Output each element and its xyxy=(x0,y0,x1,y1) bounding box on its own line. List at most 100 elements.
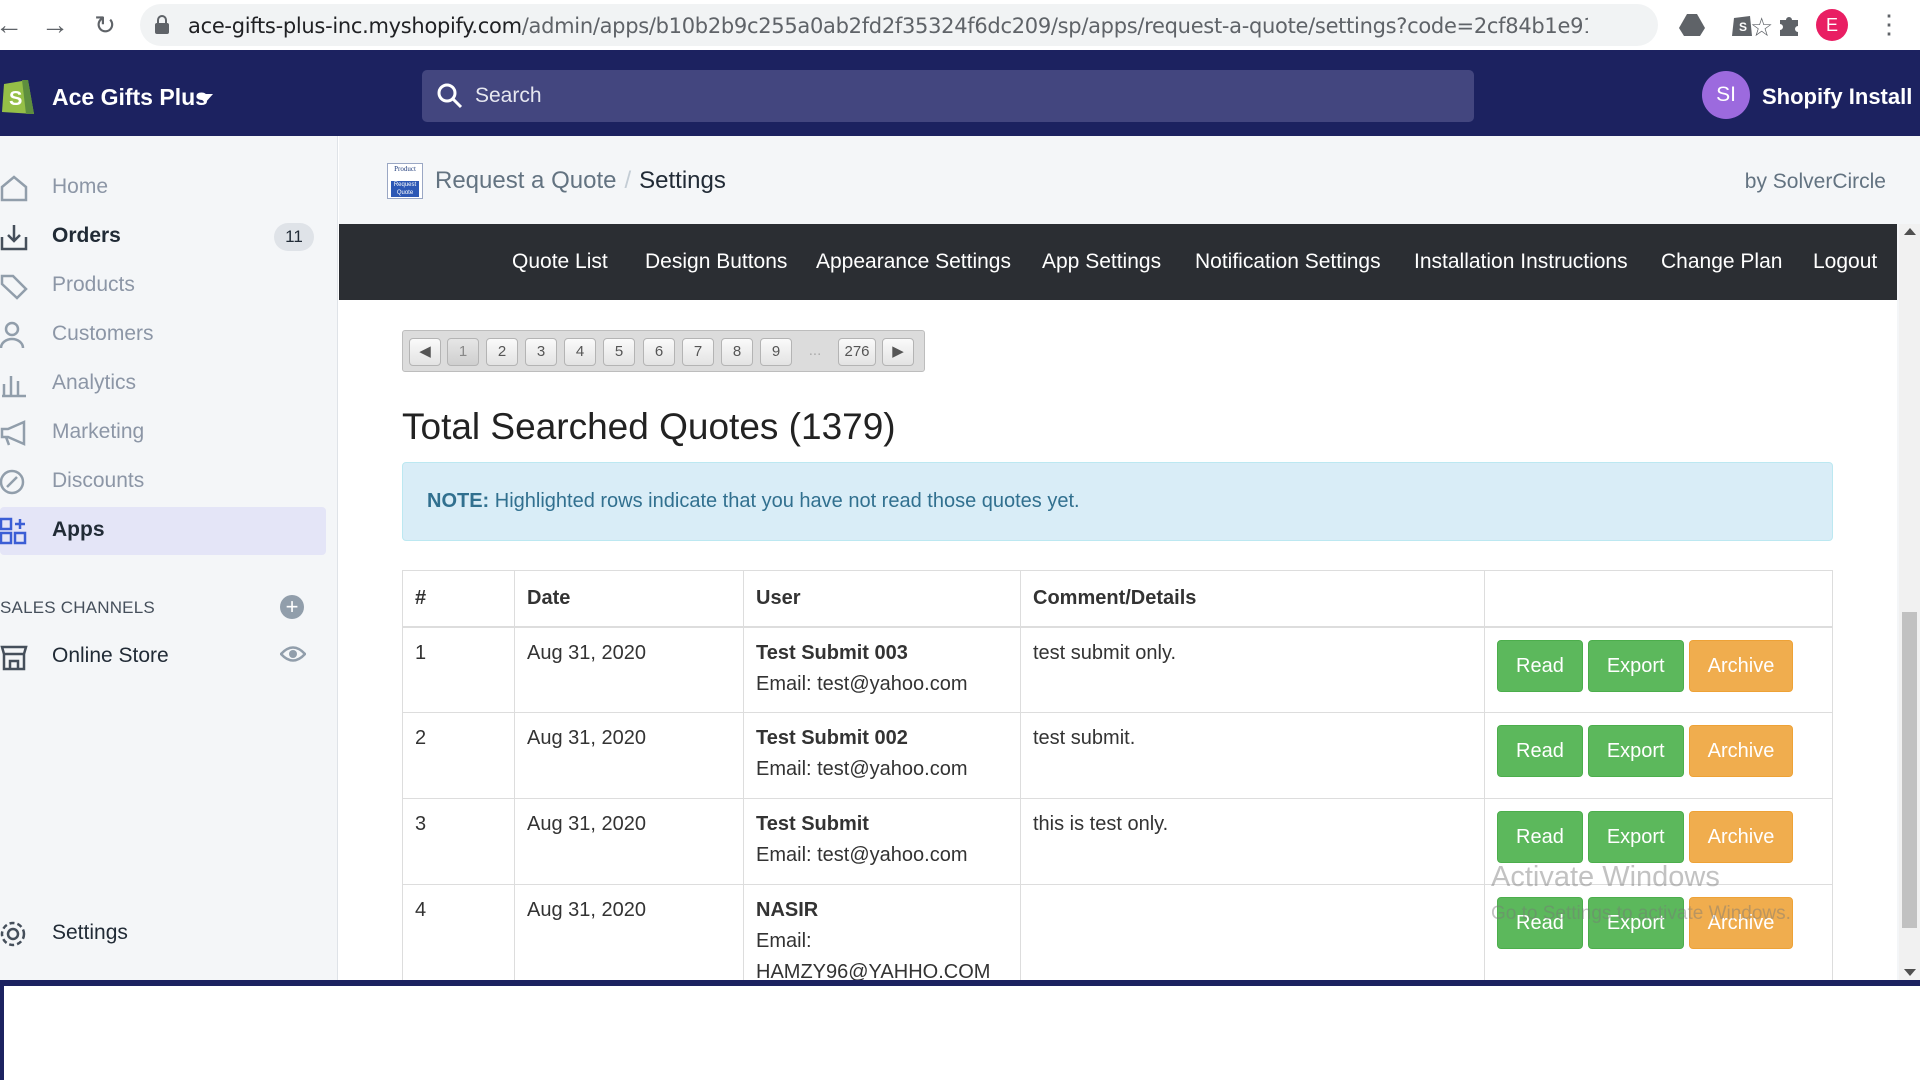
sidebar-item-apps[interactable]: Apps xyxy=(0,507,326,555)
nav-logout[interactable]: Logout xyxy=(1813,250,1877,274)
sidebar-item-label: Customers xyxy=(52,322,154,345)
url-text: ace-gifts-plus-inc.myshopify.com/admin/a… xyxy=(188,14,1588,38)
avatar[interactable]: SI xyxy=(1702,71,1750,119)
nav-change-plan[interactable]: Change Plan xyxy=(1661,250,1782,274)
scroll-down-arrow-icon[interactable] xyxy=(1904,969,1916,976)
nav-design-buttons[interactable]: Design Buttons xyxy=(645,250,787,274)
chevron-down-icon[interactable] xyxy=(197,94,213,103)
user-name[interactable]: Shopify Install xyxy=(1762,84,1912,110)
orders-count-badge: 11 xyxy=(274,223,314,251)
results-title: Total Searched Quotes (1379) xyxy=(402,406,896,447)
shopify-extension-icon[interactable]: S xyxy=(1728,10,1756,38)
breadcrumb-parent[interactable]: Request a Quote xyxy=(435,167,616,194)
browser-menu-icon[interactable]: ⋮ xyxy=(1876,6,1902,42)
profile-avatar[interactable]: E xyxy=(1816,9,1848,41)
row-user: NASIR Email: HAMZY96@YAHHO.COM xyxy=(743,884,1021,982)
activate-windows-watermark: Activate Windows xyxy=(1491,861,1720,893)
user-email: Email: test@yahoo.com xyxy=(756,844,968,866)
pager-page[interactable]: 8 xyxy=(721,338,753,366)
archive-button[interactable]: Archive xyxy=(1688,811,1794,863)
sidebar-item-customers[interactable]: Customers xyxy=(0,311,326,359)
back-icon[interactable]: ← xyxy=(0,10,24,40)
store-icon xyxy=(0,645,28,671)
sidebar-item-settings[interactable]: Settings xyxy=(0,910,326,958)
shopify-logo-icon[interactable]: S xyxy=(0,72,36,116)
pager-page[interactable]: 2 xyxy=(486,338,518,366)
shopify-topbar: S Ace Gifts Plus Search SI Shopify Insta… xyxy=(0,50,1920,136)
sidebar-item-label: Products xyxy=(52,273,135,296)
pager-page[interactable]: 7 xyxy=(682,338,714,366)
note-alert: NOTE: Highlighted rows indicate that you… xyxy=(402,462,1833,541)
table-row: 1 Aug 31, 2020 Test Submit 003 Email: tes… xyxy=(402,626,1833,713)
pager-page[interactable]: 6 xyxy=(643,338,675,366)
megaphone-icon xyxy=(0,420,26,446)
sidebar-item-label: Discounts xyxy=(52,469,145,492)
pager-prev[interactable]: ◀ xyxy=(409,338,441,366)
pager-page-last[interactable]: 276 xyxy=(838,338,876,366)
search-input[interactable]: Search xyxy=(422,70,1474,122)
sidebar-item-label: Analytics xyxy=(52,371,137,394)
column-header: Comment/Details xyxy=(1020,570,1485,628)
scroll-up-arrow-icon[interactable] xyxy=(1904,228,1916,235)
sidebar-item-home[interactable]: Home xyxy=(0,164,326,212)
puzzle-extension-icon[interactable] xyxy=(1776,10,1804,38)
read-button[interactable]: Read xyxy=(1497,811,1583,863)
main-content: Product Request Quote Request a Quote / Se… xyxy=(339,136,1920,982)
scroll-thumb[interactable] xyxy=(1902,612,1917,928)
row-actions: Read Export Archive xyxy=(1484,626,1833,713)
read-button[interactable]: Read xyxy=(1497,639,1583,692)
sidebar-item-orders[interactable]: Orders 11 xyxy=(0,213,326,261)
reload-icon[interactable]: ↻ xyxy=(90,10,120,40)
export-button[interactable]: Export xyxy=(1587,725,1684,777)
sidebar-item-online-store[interactable]: Online Store xyxy=(0,633,326,681)
pager-page[interactable]: 1 xyxy=(447,338,479,366)
row-comment: this is test only. xyxy=(1020,798,1485,885)
user-email: Email: test@yahoo.com xyxy=(756,758,968,780)
sidebar-item-label: Online Store xyxy=(52,644,169,667)
row-user: Test Submit 002 Email: test@yahoo.com xyxy=(743,712,1021,799)
nav-appearance-settings[interactable]: Appearance Settings xyxy=(816,250,1011,274)
scrollbar[interactable] xyxy=(1899,224,1920,982)
app-logo-text: Product xyxy=(394,165,416,173)
note-label: NOTE: xyxy=(427,490,490,512)
export-button[interactable]: Export xyxy=(1587,639,1684,692)
nav-quote-list[interactable]: Quote List xyxy=(512,250,608,274)
sidebar-item-marketing[interactable]: Marketing xyxy=(0,409,326,457)
nav-installation-instructions[interactable]: Installation Instructions xyxy=(1414,250,1628,274)
activate-windows-hint: Go to Settings to activate Windows. xyxy=(1491,903,1791,924)
pager-page[interactable]: 3 xyxy=(525,338,557,366)
user-email: Email: test@yahoo.com xyxy=(756,672,968,695)
row-actions: Read Export Archive xyxy=(1484,712,1833,799)
forward-icon[interactable]: → xyxy=(40,10,70,40)
pager-next[interactable]: ▶ xyxy=(882,338,914,366)
archive-button[interactable]: Archive xyxy=(1688,725,1794,777)
sidebar-item-products[interactable]: Products xyxy=(0,262,326,310)
table-header-row: # Date User Comment/Details xyxy=(402,570,1833,628)
archive-button[interactable]: Archive xyxy=(1688,639,1794,692)
sidebar-item-label: Marketing xyxy=(52,420,145,443)
sidebar-item-discounts[interactable]: Discounts xyxy=(0,458,326,506)
sidebar-item-label: Settings xyxy=(52,921,128,944)
breadcrumb-separator: / xyxy=(624,167,632,194)
address-bar[interactable]: ace-gifts-plus-inc.myshopify.com/admin/a… xyxy=(140,4,1773,46)
sidebar-item-label: Home xyxy=(52,175,109,198)
eye-icon[interactable] xyxy=(280,644,306,664)
user-name-cell: Test Submit 002 xyxy=(756,727,908,749)
column-header: User xyxy=(743,570,1021,628)
export-button[interactable]: Export xyxy=(1587,811,1684,863)
nav-notification-settings[interactable]: Notification Settings xyxy=(1195,250,1381,274)
add-channel-icon[interactable]: + xyxy=(280,595,304,619)
pager-page[interactable]: 5 xyxy=(603,338,635,366)
orders-icon xyxy=(0,225,28,251)
store-name[interactable]: Ace Gifts Plus xyxy=(52,84,208,111)
row-comment xyxy=(1020,884,1485,982)
note-text: NOTE: Highlighted rows indicate that you… xyxy=(427,490,1080,513)
pager-page[interactable]: 4 xyxy=(564,338,596,366)
nav-app-settings[interactable]: App Settings xyxy=(1042,250,1161,274)
pager-page[interactable]: 9 xyxy=(760,338,792,366)
drive-extension-icon[interactable] xyxy=(1678,10,1706,38)
row-comment: test submit. xyxy=(1020,712,1485,799)
read-button[interactable]: Read xyxy=(1497,725,1583,777)
sidebar-item-analytics[interactable]: Analytics xyxy=(0,360,326,408)
user-email: Email: HAMZY96@YAHHO.COM xyxy=(756,930,991,982)
